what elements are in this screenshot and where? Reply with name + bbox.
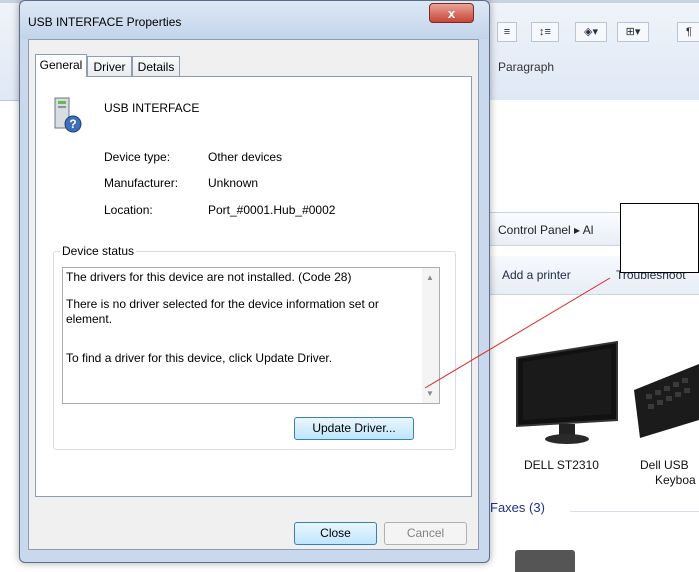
- annotation-line: [424, 277, 611, 389]
- tab-general[interactable]: General: [35, 54, 87, 77]
